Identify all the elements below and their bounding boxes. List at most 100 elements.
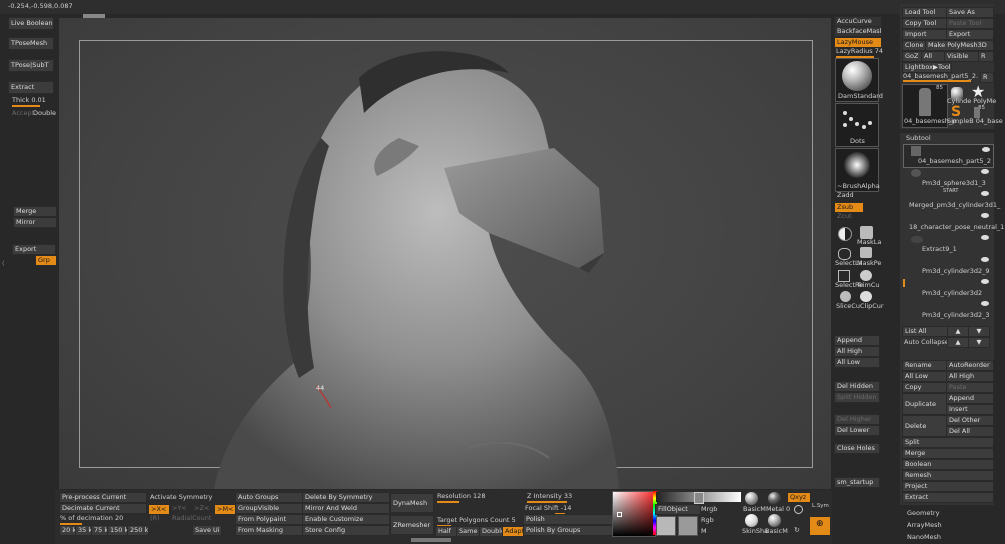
goz-button[interactable]: GoZ [902, 51, 923, 62]
rename-button[interactable]: Rename [902, 360, 948, 371]
append-button[interactable]: Append [834, 335, 880, 346]
polish-by-groups-button[interactable]: Polish By Groups [523, 525, 613, 536]
arraymesh-menu[interactable]: ArrayMesh [907, 521, 942, 530]
auto-groups-button[interactable]: Auto Groups [235, 492, 303, 503]
activate-symmetry-button[interactable]: Activate Symmetry [150, 493, 212, 502]
subtool-item-4[interactable]: Extract9_1 [903, 233, 992, 255]
subtool-all-high-button[interactable]: All High [946, 371, 994, 382]
thick-slider[interactable] [12, 105, 40, 107]
subtool-item-7-eye-icon[interactable] [981, 301, 989, 306]
polish-button[interactable]: Polish [523, 514, 613, 525]
gradient-handle[interactable] [694, 492, 704, 504]
sym-m-button[interactable]: >M< [214, 504, 236, 515]
close-holes-button[interactable]: Close Holes [834, 443, 880, 454]
radial-r-button[interactable]: (R) [150, 514, 160, 523]
subtool-all-low-button[interactable]: All Low [902, 371, 948, 382]
geometry-menu[interactable]: Geometry [907, 509, 939, 518]
live-boolean-button[interactable]: Live Boolean [8, 17, 54, 30]
tpose-mesh-button[interactable]: TPoseMesh [8, 37, 54, 50]
subtool-item-1-eye-icon[interactable] [981, 169, 989, 174]
basic-material-2-sphere-icon[interactable] [768, 514, 781, 527]
subtool-item-3-eye-icon[interactable] [981, 213, 989, 218]
mirror-and-weld-button[interactable]: Mirror And Weld [302, 503, 390, 514]
subtool-append-button[interactable]: Append [946, 393, 994, 404]
project-button[interactable]: Project [902, 481, 994, 492]
subtool-item-2-eye-icon[interactable] [981, 191, 989, 196]
zadd-button[interactable]: Zadd [837, 191, 854, 200]
rgb-button[interactable]: Rgb [701, 516, 714, 525]
dynamesh-button[interactable]: DynaMesh [390, 493, 434, 513]
duplicate-button[interactable]: Duplicate [902, 393, 948, 415]
rotate-icon[interactable]: ↻ [794, 526, 800, 534]
mrgb-button[interactable]: Mrgb [701, 505, 717, 514]
all-high-button[interactable]: All High [834, 346, 880, 357]
save-ui-button[interactable]: Save Ui [192, 525, 222, 536]
tpose-subt-button[interactable]: TPose|SubT [8, 59, 54, 72]
preset-250k-button[interactable]: 250 k [127, 525, 149, 536]
from-masking-button[interactable]: From Masking [235, 525, 303, 536]
split-button[interactable]: Split [902, 437, 994, 448]
trim-curve-icon[interactable] [860, 270, 872, 281]
remesh-button[interactable]: Remesh [902, 470, 994, 481]
basic-material-sphere-icon[interactable] [745, 492, 758, 505]
subtool-item-7[interactable]: Pm3d_cylinder3d2_3 [903, 299, 992, 321]
m-button[interactable]: M [701, 527, 707, 536]
sym-y-button[interactable]: >Y< [172, 504, 187, 513]
backface-mask-button[interactable]: BackfaceMask [834, 26, 882, 37]
sm-startup-button[interactable]: sm_startup [834, 477, 880, 488]
subtool-item-5[interactable]: Pm3d_cylinder3d2_9 [903, 255, 992, 277]
lsym-button[interactable]: L.Sym [812, 502, 829, 511]
goz-r-button[interactable]: R [978, 51, 994, 62]
color-picker[interactable] [612, 491, 656, 537]
metal-material-sphere-icon[interactable] [768, 492, 781, 505]
zcut-button[interactable]: Zcut [837, 212, 852, 221]
del-all-button[interactable]: Del All [946, 426, 994, 437]
clip-curve-icon[interactable] [860, 291, 872, 302]
subtool-item-0-eye-icon[interactable] [982, 147, 990, 152]
viewport[interactable]: 44 [59, 18, 831, 489]
extract-button[interactable]: Extract [8, 81, 54, 94]
brush-alpha[interactable]: ~BrushAlpha [835, 148, 880, 192]
auto-reorder-button[interactable]: AutoReorder [946, 360, 994, 371]
z-intensity-slider[interactable] [527, 501, 567, 503]
preset-150k-button[interactable]: 150 k [107, 525, 129, 536]
double-button[interactable]: Double [33, 109, 56, 118]
copy-button[interactable]: Copy [902, 382, 948, 393]
sym-z-button[interactable]: >Z< [194, 504, 209, 513]
subtool-extract-button[interactable]: Extract [902, 492, 994, 503]
half-button[interactable]: Half [435, 526, 457, 537]
merge-button[interactable]: Merge [13, 206, 57, 217]
merge-subtool-button[interactable]: Merge [902, 448, 994, 459]
secondary-color-swatch[interactable] [678, 516, 698, 536]
decimate-current-button[interactable]: Decimate Current [59, 503, 147, 514]
bottom-scroll-handle[interactable] [411, 538, 451, 542]
left-collapse-icon[interactable]: ⟨ [2, 260, 4, 267]
clone-button[interactable]: Clone [902, 40, 927, 51]
dots-stroke[interactable]: Dots [835, 103, 879, 147]
dam-standard-brush[interactable]: DamStandard [835, 58, 883, 102]
all-low-button[interactable]: All Low [834, 357, 880, 368]
mirror-button[interactable]: Mirror [13, 217, 57, 228]
preprocess-current-button[interactable]: Pre-process Current [59, 492, 147, 503]
tool-slider[interactable] [903, 80, 971, 82]
delete-button[interactable]: Delete [902, 415, 948, 437]
from-polypaint-button[interactable]: From Polypaint [235, 514, 303, 525]
del-hidden-button[interactable]: Del Hidden [834, 381, 880, 392]
qxyz-button[interactable]: Qxyz [787, 492, 811, 503]
subtool-item-5-eye-icon[interactable] [981, 257, 989, 262]
del-lower-button[interactable]: Del Lower [834, 425, 880, 436]
split-hidden-button[interactable]: Split Hidden [834, 392, 880, 403]
main-color-swatch[interactable] [656, 516, 676, 536]
list-all-button[interactable]: List All [902, 326, 948, 337]
goz-all-button[interactable]: All [921, 51, 946, 62]
subtool-item-1[interactable]: Pm3d_sphere3d1_3 [903, 167, 992, 189]
mask-pen-icon[interactable] [860, 247, 872, 258]
auto-collapse-label[interactable]: Auto Collapse [904, 338, 949, 347]
store-config-button[interactable]: Store Config [302, 525, 390, 536]
collapse-up-button[interactable]: ▲ [947, 337, 969, 348]
export-tool-button[interactable]: Export [946, 29, 994, 40]
yin-yang-icon[interactable] [838, 227, 852, 241]
subtool-item-4-eye-icon[interactable] [981, 235, 989, 240]
fill-object-button[interactable]: FillObject [655, 504, 701, 515]
collapse-down-button[interactable]: ▼ [968, 337, 990, 348]
